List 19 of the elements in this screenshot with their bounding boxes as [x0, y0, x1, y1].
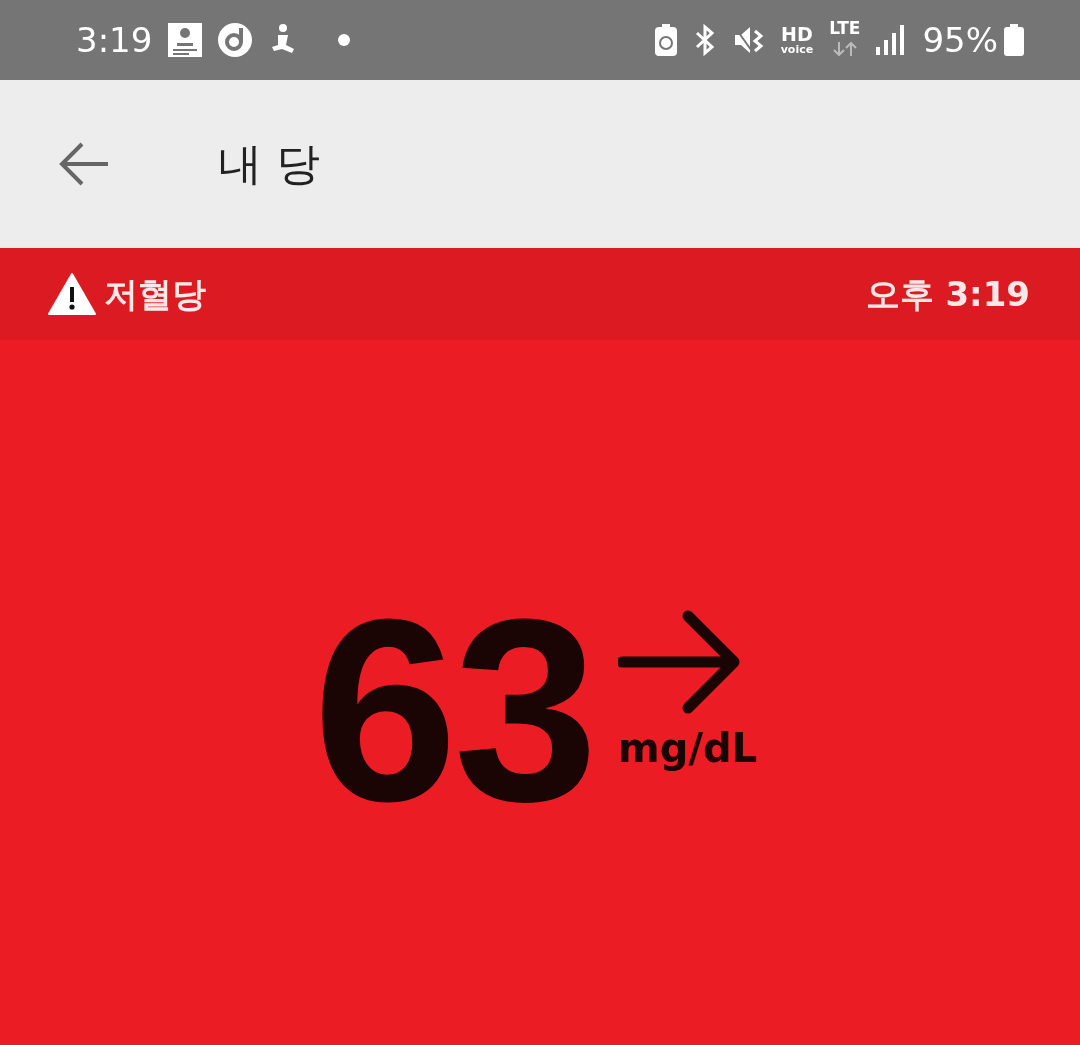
back-icon[interactable] — [58, 142, 110, 186]
signal-icon — [876, 25, 907, 55]
glucose-value: 63 — [312, 580, 595, 840]
warning-icon — [48, 273, 96, 315]
alert-label: 저혈당 — [104, 272, 206, 316]
status-time: 3:19 — [76, 18, 153, 62]
battery-icon — [1004, 24, 1024, 56]
contact-card-icon — [168, 23, 203, 57]
circle-app-icon — [218, 23, 253, 57]
battery-recycle-icon — [654, 24, 677, 56]
alert-time: 오후 3:19 — [865, 272, 1030, 316]
notification-dot-icon — [338, 34, 351, 46]
muted-speaker-icon — [732, 25, 765, 55]
data-arrows-icon — [831, 42, 858, 56]
battery-percent: 95% — [922, 18, 998, 62]
hd-voice-indicator: HD voice — [780, 25, 814, 55]
unit-label: mg/dL — [618, 724, 758, 773]
network-type: LTE — [829, 19, 861, 37]
screen-title: 내 당 — [218, 137, 320, 191]
